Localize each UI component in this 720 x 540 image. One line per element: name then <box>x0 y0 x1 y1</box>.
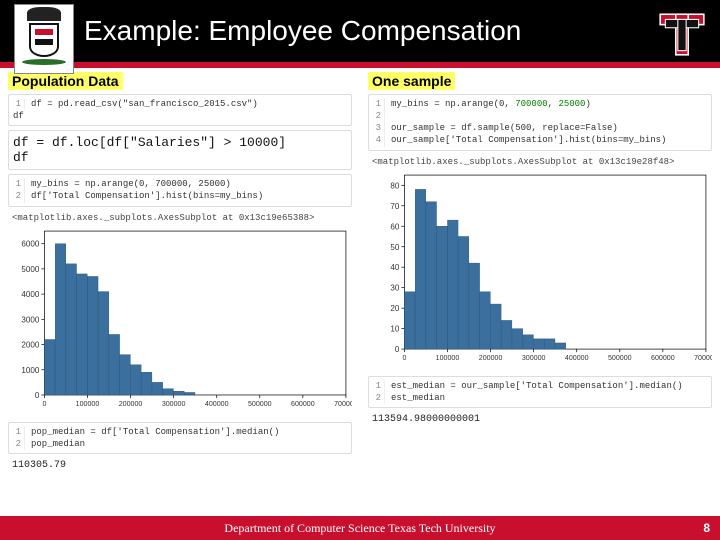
output-text: <matplotlib.axes._subplots.AxesSubplot a… <box>8 211 352 225</box>
code-block: 1my_bins = np.arange(0, 700000, 25000) 2… <box>369 95 711 150</box>
code-block: 1df = pd.read_csv("san_francisco_2015.cs… <box>9 95 351 125</box>
sample-column: One sample 1my_bins = np.arange(0, 70000… <box>360 68 720 516</box>
svg-text:500000: 500000 <box>608 354 632 362</box>
code-cell: df = df.loc[df["Salaries"] > 10000] df <box>8 130 352 170</box>
output-value: 113594.98000000001 <box>368 412 712 429</box>
svg-text:30: 30 <box>390 283 399 292</box>
svg-text:10: 10 <box>390 324 399 333</box>
svg-text:5000: 5000 <box>21 264 39 273</box>
code-cell: 1my_bins = np.arange(0, 700000, 25000) 2… <box>8 174 352 206</box>
population-column: Population Data 1df = pd.read_csv("san_f… <box>0 68 360 516</box>
svg-text:50: 50 <box>390 242 399 251</box>
svg-text:300000: 300000 <box>162 400 186 408</box>
svg-text:400000: 400000 <box>205 400 229 408</box>
svg-text:6000: 6000 <box>21 239 39 248</box>
code-text: our_sample = df.sample(500, replace=Fals… <box>391 123 618 133</box>
slide-body: Population Data 1df = pd.read_csv("san_f… <box>0 68 720 516</box>
sample-label: One sample <box>368 72 455 90</box>
code-cell: 1est_median = our_sample['Total Compensa… <box>368 376 712 408</box>
code-block: 1my_bins = np.arange(0, 700000, 25000) 2… <box>9 175 351 205</box>
svg-text:1000: 1000 <box>21 365 39 374</box>
page-number: 8 <box>703 521 710 535</box>
code-text: df['Total Compensation'].hist(bins=my_bi… <box>31 191 263 201</box>
code-block: 1est_median = our_sample['Total Compensa… <box>369 377 711 407</box>
svg-text:70: 70 <box>390 201 399 210</box>
svg-text:200000: 200000 <box>119 400 143 408</box>
svg-text:60: 60 <box>390 222 399 231</box>
code-text: pop_median <box>31 439 85 449</box>
svg-text:100000: 100000 <box>436 354 460 362</box>
svg-text:700000: 700000 <box>334 400 352 408</box>
code-cell: 1df = pd.read_csv("san_francisco_2015.cs… <box>8 94 352 126</box>
code-text: our_sample['Total Compensation'].hist(bi… <box>391 135 666 145</box>
svg-text:0: 0 <box>35 391 40 400</box>
code-text: est_median = our_sample['Total Compensat… <box>391 381 683 391</box>
code-text: est_median <box>391 393 445 403</box>
output-value: 110305.79 <box>8 458 352 475</box>
code-text: pop_median = df['Total Compensation'].me… <box>31 427 279 437</box>
population-label: Population Data <box>8 72 123 90</box>
slide-footer: Department of Computer Science Texas Tec… <box>0 516 720 540</box>
svg-text:400000: 400000 <box>565 354 589 362</box>
svg-text:600000: 600000 <box>651 354 675 362</box>
slide-title: Example: Employee Compensation <box>84 15 521 47</box>
university-seal-icon <box>14 4 74 74</box>
code-text: df = pd.read_csv("san_francisco_2015.csv… <box>13 99 258 121</box>
svg-text:600000: 600000 <box>291 400 315 408</box>
population-histogram: 0 1000 2000 3000 4000 5000 6000 0 100000 200000 30… <box>8 225 352 417</box>
code-block: 1pop_median = df['Total Compensation'].m… <box>9 423 351 453</box>
svg-text:100000: 100000 <box>76 400 100 408</box>
svg-text:20: 20 <box>390 304 399 313</box>
svg-text:500000: 500000 <box>248 400 272 408</box>
double-t-logo-icon <box>654 6 710 62</box>
sample-histogram: 0 10 20 30 40 50 60 70 80 0 100000 200000 300000 4000… <box>368 169 712 371</box>
output-text: <matplotlib.axes._subplots.AxesSubplot a… <box>368 155 712 169</box>
footer-text: Department of Computer Science Texas Tec… <box>224 521 495 536</box>
code-block: df = df.loc[df["Salaries"] > 10000] df <box>9 131 351 169</box>
svg-text:80: 80 <box>390 181 399 190</box>
svg-text:700000: 700000 <box>694 354 712 362</box>
code-cell: 1pop_median = df['Total Compensation'].m… <box>8 422 352 454</box>
svg-text:3000: 3000 <box>21 315 39 324</box>
code-cell: 1my_bins = np.arange(0, 700000, 25000) 2… <box>368 94 712 151</box>
svg-text:200000: 200000 <box>479 354 503 362</box>
code-text: my_bins = np.arange(0, 700000, 25000) <box>391 99 591 109</box>
svg-text:0: 0 <box>402 354 406 362</box>
svg-text:300000: 300000 <box>522 354 546 362</box>
svg-text:2000: 2000 <box>21 340 39 349</box>
slide-header: Example: Employee Compensation <box>0 0 720 62</box>
svg-text:4000: 4000 <box>21 290 39 299</box>
code-text: my_bins = np.arange(0, 700000, 25000) <box>31 179 231 189</box>
svg-text:0: 0 <box>42 400 46 408</box>
svg-text:40: 40 <box>390 263 399 272</box>
svg-text:0: 0 <box>395 345 400 354</box>
